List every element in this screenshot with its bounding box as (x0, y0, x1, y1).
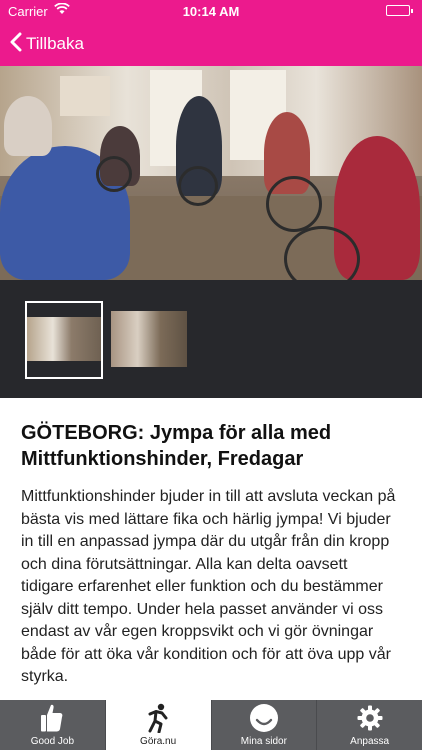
gear-icon (357, 702, 383, 734)
thumbnail[interactable] (111, 311, 187, 367)
running-person-icon (144, 702, 172, 734)
tab-anpassa[interactable]: Anpassa (317, 700, 422, 750)
tab-good-job[interactable]: Good Job (0, 700, 106, 750)
tab-label: Good Job (30, 736, 75, 747)
status-bar: Carrier 10:14 AM (0, 0, 422, 22)
event-title: GÖTEBORG: Jympa för alla med Mittfunktio… (21, 422, 332, 470)
battery-icon (386, 5, 413, 16)
tab-label: Göra.nu (140, 736, 177, 747)
back-button[interactable]: Tillbaka (10, 30, 84, 58)
tab-gora-nu[interactable]: Göra.nu (105, 700, 212, 750)
smiley-face-icon (249, 702, 279, 734)
event-photo[interactable] (0, 66, 422, 280)
tab-label: Anpassa (350, 736, 390, 747)
tab-mina-sidor[interactable]: Mina sidor (212, 700, 318, 750)
tab-bar: Good Job Göra.nu Mina sidor Anpassa (0, 700, 422, 750)
event-description: Mittfunktionshinder bjuder in till att a… (21, 488, 396, 685)
navigation-bar: Tillbaka (0, 22, 422, 66)
chevron-left-icon (10, 32, 26, 57)
thumbnail-selected[interactable] (25, 301, 103, 379)
clock: 10:14 AM (182, 4, 240, 19)
thumbs-up-icon (40, 702, 64, 734)
thumbnail-strip (0, 280, 422, 398)
event-details: GÖTEBORG: Jympa för alla med Mittfunktio… (21, 420, 401, 689)
back-label: Tillbaka (26, 34, 84, 53)
tab-label: Mina sidor (240, 736, 287, 747)
